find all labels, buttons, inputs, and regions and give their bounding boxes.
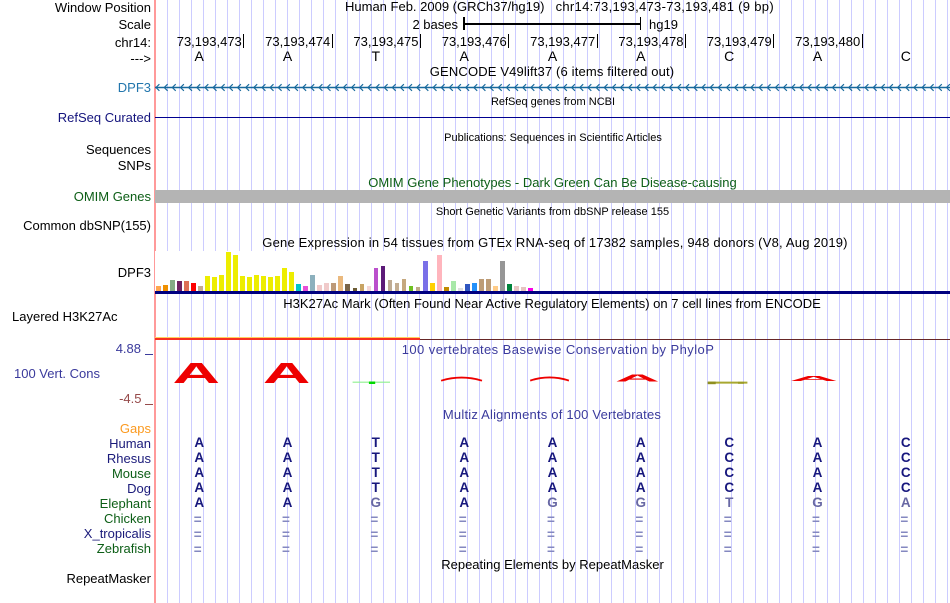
- svg-text:A: A: [615, 373, 660, 384]
- svg-text:A: A: [789, 374, 838, 382]
- svg-text:A: A: [263, 357, 311, 389]
- svg-text:A: A: [173, 357, 221, 389]
